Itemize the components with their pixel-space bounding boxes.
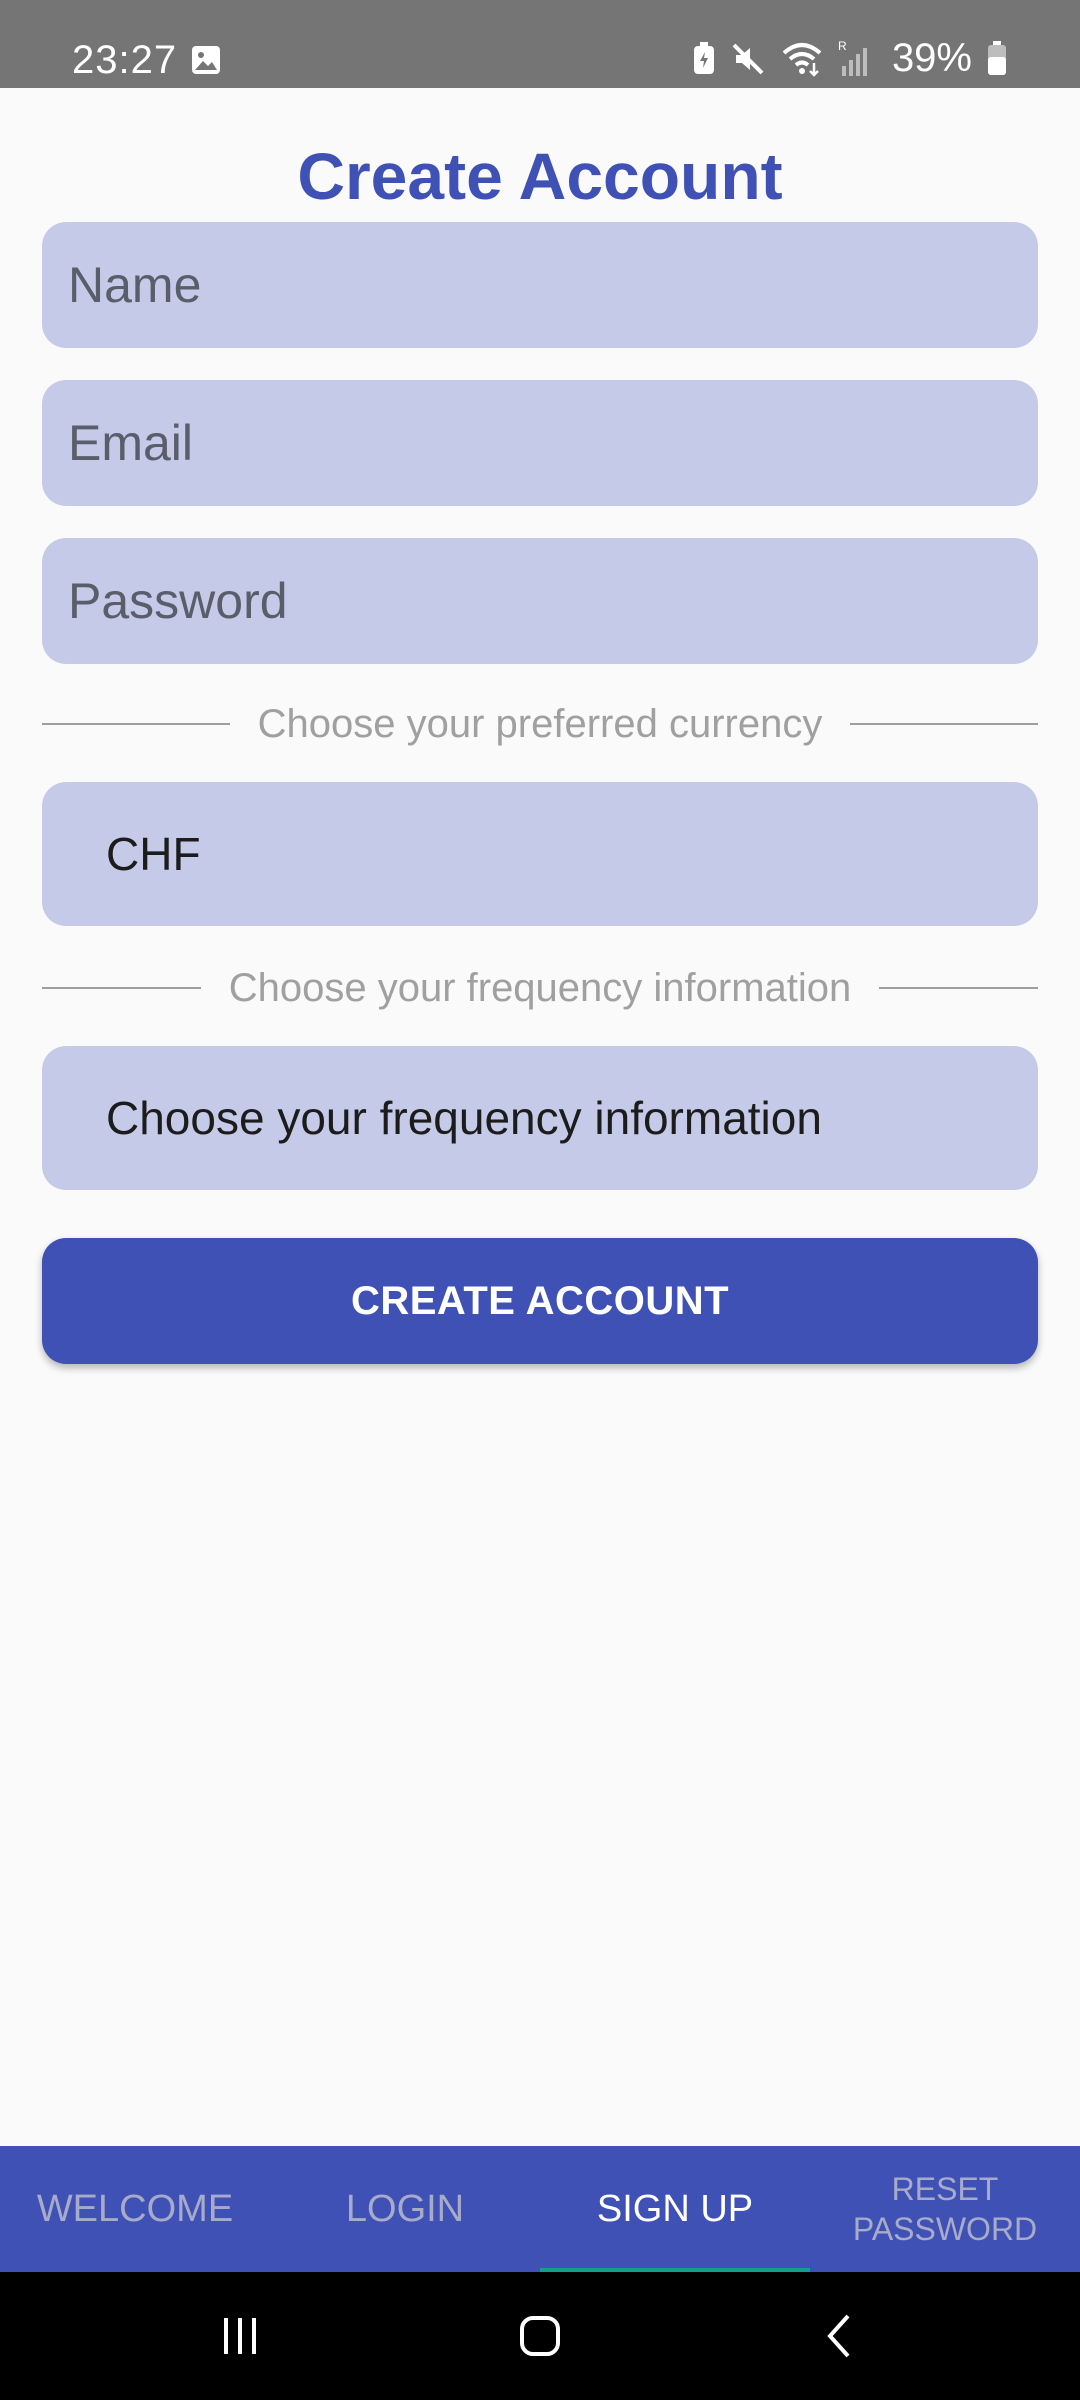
mute-icon	[732, 43, 764, 74]
back-button[interactable]	[750, 2272, 930, 2400]
password-input[interactable]	[68, 572, 1012, 630]
frequency-divider: Choose your frequency information	[42, 963, 1038, 1013]
divider-line	[850, 723, 1038, 725]
tab-sign-up[interactable]: SIGN UP	[540, 2146, 810, 2272]
gallery-icon	[192, 46, 220, 74]
currency-selected-value: CHF	[106, 828, 201, 880]
system-navigation-bar	[0, 2272, 1080, 2400]
tab-login[interactable]: LOGIN	[270, 2146, 540, 2272]
currency-divider-label: Choose your preferred currency	[257, 701, 823, 746]
signal-icon: R	[838, 40, 867, 76]
home-icon	[520, 2316, 560, 2356]
tab-reset-password[interactable]: RESET PASSWORD	[810, 2146, 1080, 2272]
tab-welcome[interactable]: WELCOME	[0, 2146, 270, 2272]
password-field[interactable]	[42, 538, 1038, 664]
wifi-icon	[782, 42, 822, 77]
divider-line	[42, 723, 230, 725]
recents-icon	[224, 2318, 256, 2354]
status-bar: 23:27 R 39%	[0, 0, 1080, 88]
home-button[interactable]	[450, 2272, 630, 2400]
battery-icon	[988, 40, 1006, 75]
frequency-selected-value: Choose your frequency information	[106, 1092, 822, 1144]
battery-saver-icon	[693, 41, 714, 74]
battery-percent: 39%	[891, 36, 972, 80]
name-input[interactable]	[68, 256, 1012, 314]
email-field[interactable]	[42, 380, 1038, 506]
divider-line	[42, 987, 201, 989]
svg-text:R: R	[838, 40, 847, 53]
status-icons: R 39%	[692, 36, 1008, 81]
frequency-divider-label: Choose your frequency information	[228, 965, 852, 1010]
currency-divider: Choose your preferred currency	[42, 699, 1038, 749]
email-input[interactable]	[68, 414, 1012, 472]
create-account-button[interactable]: CREATE ACCOUNT	[42, 1238, 1038, 1364]
currency-dropdown[interactable]: CHF	[42, 782, 1038, 926]
back-icon	[827, 2314, 850, 2358]
divider-line	[879, 987, 1038, 989]
status-time: 23:27	[72, 38, 178, 82]
page-title: Create Account	[297, 139, 783, 213]
bottom-tab-bar: WELCOME LOGIN SIGN UP RESET PASSWORD	[0, 2146, 1080, 2272]
frequency-dropdown[interactable]: Choose your frequency information	[42, 1046, 1038, 1190]
name-field[interactable]	[42, 222, 1038, 348]
recents-button[interactable]	[150, 2272, 330, 2400]
